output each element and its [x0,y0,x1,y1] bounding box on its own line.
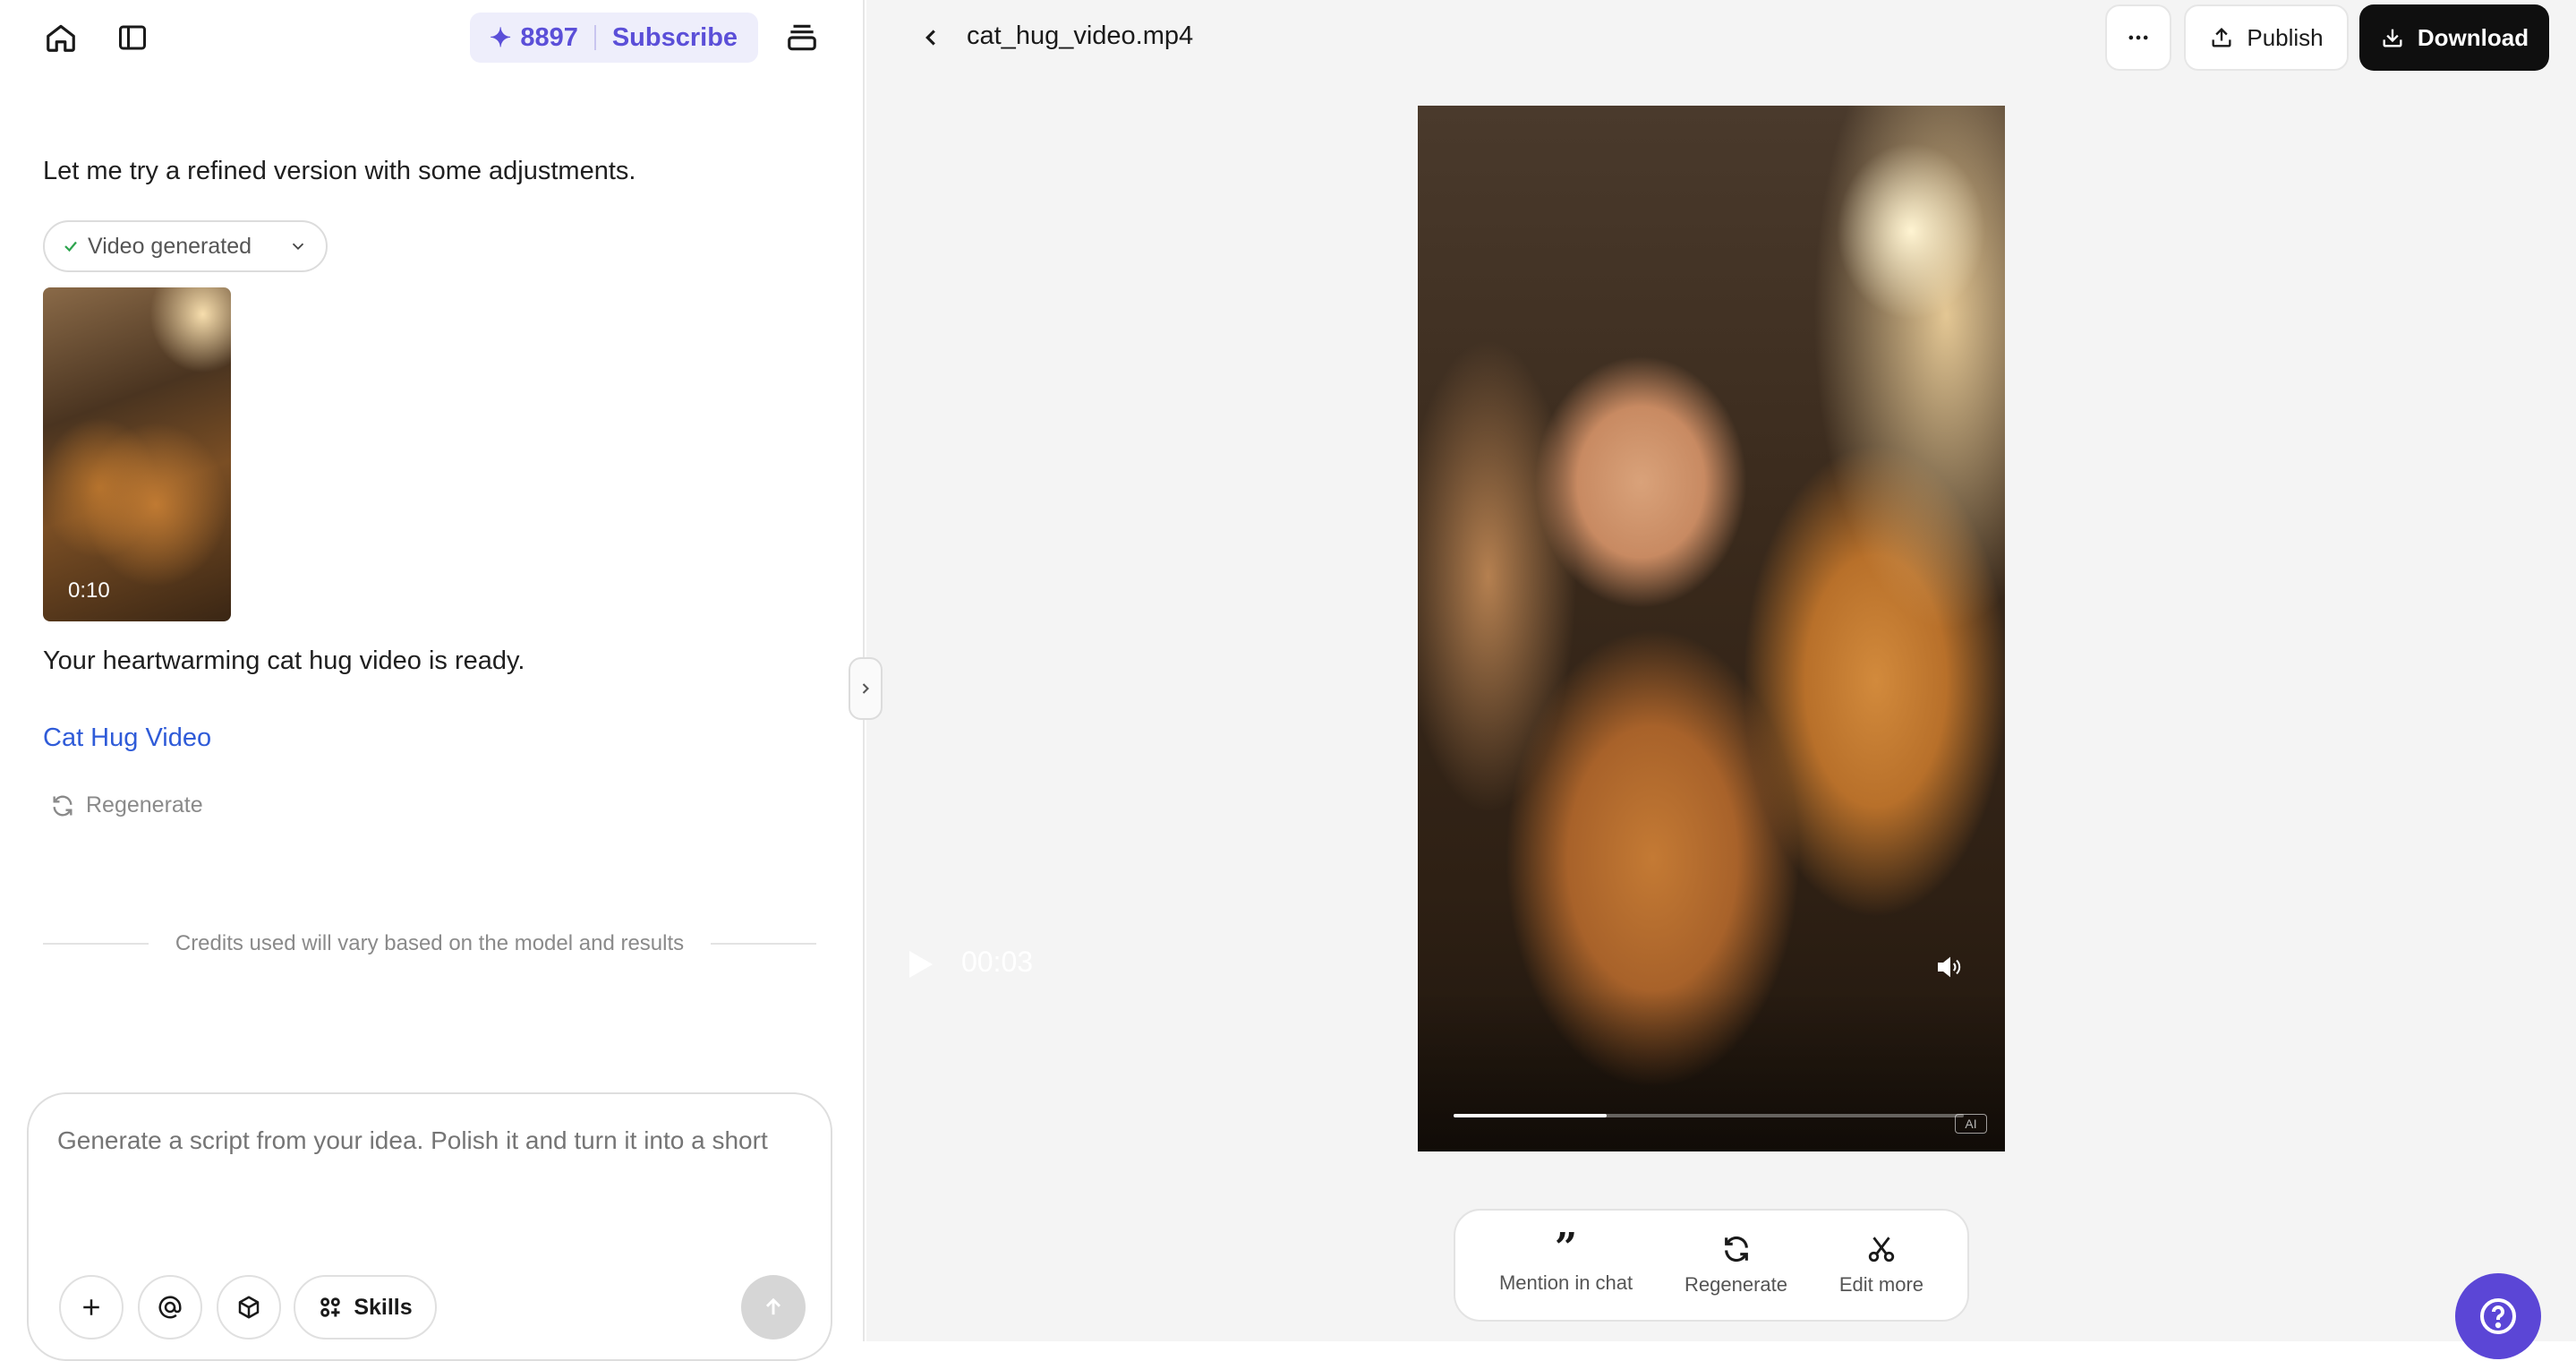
video-progress-fill [1454,1114,1607,1117]
arrow-up-icon [765,1297,781,1315]
play-icon[interactable] [908,949,934,980]
video-link[interactable]: Cat Hug Video [43,723,211,753]
video-status-label: Video generated [88,233,252,259]
credits-pill[interactable]: ✦ 8897 Subscribe [470,13,758,63]
sidebar-toggle-button[interactable] [107,13,158,63]
assistant-message: Let me try a refined version with some a… [43,157,636,185]
more-options-button[interactable] [2105,4,2171,71]
more-icon [2128,35,2148,40]
at-icon [158,1296,182,1319]
video-thumbnail[interactable]: 0:10 [43,287,231,621]
help-button[interactable] [2455,1273,2541,1359]
divider [711,943,817,945]
scissors-icon [1868,1237,1895,1263]
thumbnail-duration: 0:10 [68,578,110,603]
mention-in-chat-button[interactable]: ” Mention in chat [1498,1225,1633,1295]
publish-button[interactable]: Publish [2184,4,2349,71]
video-progress-bar[interactable] [1454,1114,1964,1117]
refresh-icon [53,795,73,816]
skills-label: Skills [354,1294,413,1320]
download-label: Download [2417,23,2529,51]
action-label: Edit more [1838,1273,1924,1296]
mention-button[interactable] [138,1275,202,1340]
action-label: Regenerate [1685,1273,1787,1296]
stack-icon [788,24,816,51]
video-action-bar: ” Mention in chat Regenerate Edit more [1454,1209,1969,1322]
ai-badge: AI [1955,1114,1987,1134]
composer: Skills [27,1092,832,1361]
stack-button[interactable] [777,13,827,63]
back-button[interactable] [906,13,956,63]
current-time: 00:03 [961,946,1034,978]
send-button[interactable] [741,1275,806,1340]
chevron-down-icon [292,243,304,251]
model-button[interactable] [217,1275,281,1340]
upload-icon [2212,28,2231,47]
home-button[interactable] [36,13,86,63]
regenerate-label: Regenerate [86,792,203,817]
download-button[interactable]: Download [2359,4,2549,71]
download-icon [2383,29,2402,47]
sidebar-toggle-icon [119,25,146,50]
skills-button[interactable]: Skills [294,1275,437,1340]
action-label: Mention in chat [1498,1271,1633,1294]
regenerate-video-button[interactable]: Regenerate [1685,1234,1787,1297]
regenerate-button[interactable]: Regenerate [50,792,203,818]
credits-note-text: Credits used will vary based on the mode… [175,931,685,955]
credits-note: Credits used will vary based on the mode… [43,931,817,956]
preview-panel: cat_hug_video.mp4 Publish Download 00:03… [866,0,2576,1359]
video-player[interactable] [1418,106,2005,1151]
subscribe-link[interactable]: Subscribe [612,23,738,53]
credits-count: 8897 [520,22,578,52]
assistant-message: Your heartwarming cat hug video is ready… [43,646,525,675]
edit-more-button[interactable]: Edit more [1839,1234,1923,1297]
divider [593,25,596,50]
chat-panel: ✦ 8897 Subscribe Let me try a refined ve… [0,0,865,1361]
home-icon [47,24,75,52]
back-chevron-icon [925,30,935,46]
quote-icon: ” [1554,1225,1578,1271]
sparkle-icon: ✦ [490,23,512,53]
panel-collapse-handle[interactable] [849,657,883,720]
chevron-right-icon [862,683,869,694]
divider [43,943,149,945]
video-status-dropdown[interactable]: Video generated [43,220,328,272]
publish-label: Publish [2247,23,2324,51]
prompt-input[interactable] [57,1126,809,1155]
cube-icon [238,1296,260,1319]
refresh-icon [1724,1236,1748,1263]
file-title: cat_hug_video.mp4 [967,21,1194,50]
add-button[interactable] [59,1275,124,1340]
player-controls-shade [1418,990,2005,1151]
skills-grid-icon [320,1297,341,1317]
volume-icon[interactable] [1933,953,1966,981]
help-icon [2480,1298,2516,1334]
plus-icon [83,1299,99,1315]
check-icon [64,241,77,253]
